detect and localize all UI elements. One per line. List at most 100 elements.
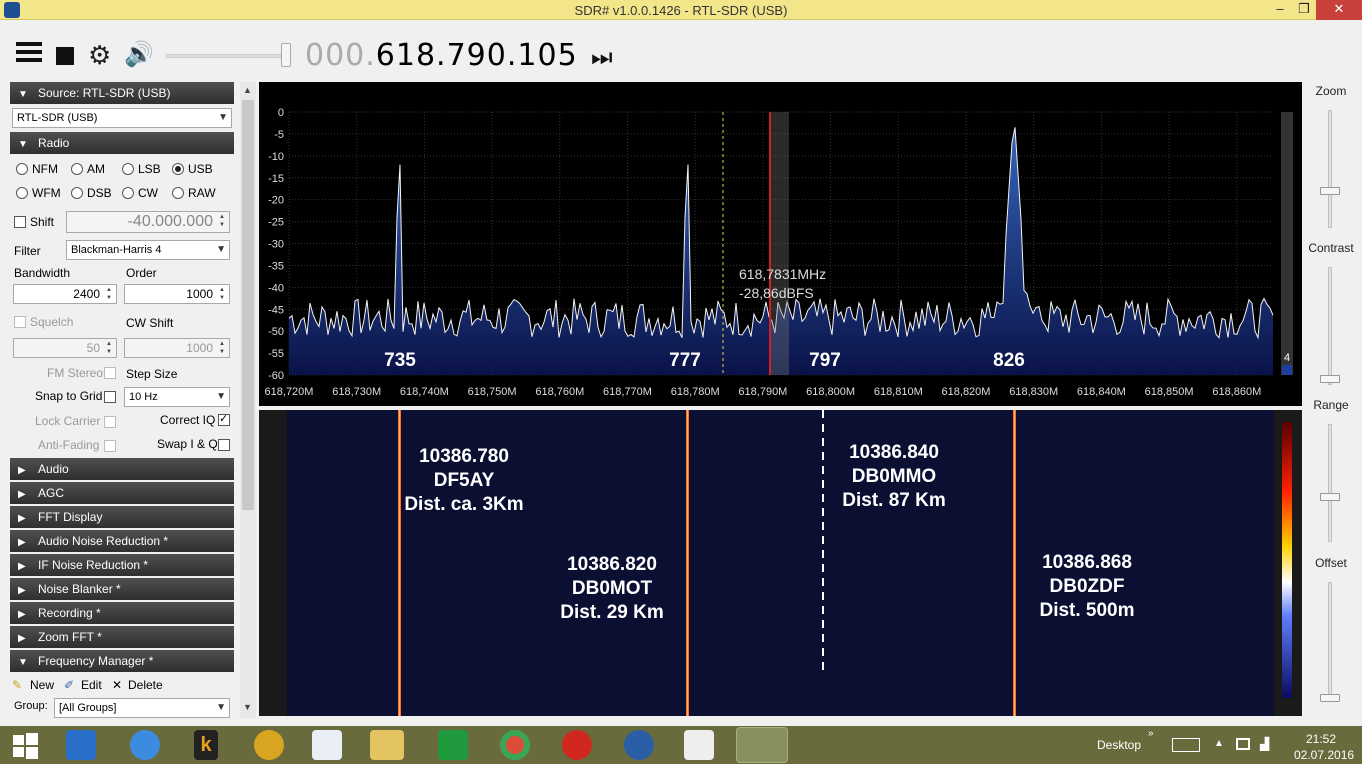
clock-date[interactable]: 02.07.2016 [1294, 748, 1354, 762]
squelch-input[interactable]: 50 ▲ ▼ [13, 338, 117, 358]
media-player-icon[interactable] [312, 730, 342, 760]
mode-radio-usb[interactable]: USB [172, 162, 213, 176]
shift-checkbox[interactable] [14, 216, 26, 228]
k-app-icon[interactable]: k [194, 730, 218, 760]
section-header-audio[interactable]: ▶ Audio [10, 458, 234, 480]
antifading-checkbox[interactable] [104, 440, 116, 452]
snap-checkbox[interactable] [104, 391, 116, 403]
mode-radio-wfm[interactable]: WFM [16, 186, 61, 200]
edit-button[interactable]: Edit [81, 678, 102, 692]
spectrum-analyzer[interactable]: 0 -5 -10 -15 -20 -25 -30 -35 -40 -45 -50 -55 -60 618,… [259, 82, 1302, 406]
offset-slider-track[interactable] [1328, 582, 1332, 700]
toolbar-expand-icon[interactable]: » [1148, 728, 1154, 739]
frequency-manager-header[interactable]: ▼ Frequency Manager * [10, 650, 234, 672]
left-panel-scrollbar[interactable]: ▲ ▼ [240, 82, 256, 718]
swapiq-checkbox[interactable] [218, 439, 230, 451]
new-button[interactable]: New [30, 678, 54, 692]
section-header-audio-noise-reduction[interactable]: ▶ Audio Noise Reduction * [10, 530, 234, 552]
cwshift-spinner-icon[interactable]: ▲ ▼ [216, 340, 228, 356]
spectrum-scale-bar[interactable] [1281, 112, 1293, 375]
volume-slider-thumb[interactable] [281, 43, 291, 67]
menu-icon[interactable] [16, 42, 42, 68]
zoom-slider-thumb[interactable] [1320, 187, 1340, 195]
mode-radio-lsb[interactable]: LSB [122, 162, 161, 176]
volume-slider-track[interactable] [166, 54, 286, 58]
edit-icon[interactable]: ✐ [64, 678, 74, 692]
range-slider-track[interactable] [1328, 424, 1332, 542]
shift-input[interactable]: -40.000.000 ▲ ▼ [66, 211, 230, 233]
headphones-icon[interactable] [254, 730, 284, 760]
windows-start-icon[interactable] [10, 730, 40, 760]
internet-explorer-icon[interactable] [130, 730, 160, 760]
correctiq-checkbox[interactable] [218, 412, 230, 426]
offset-slider-thumb[interactable] [1320, 694, 1340, 702]
clock-time[interactable]: 21:52 [1306, 732, 1336, 746]
stop-icon[interactable] [56, 47, 74, 65]
delete-button[interactable]: Delete [128, 678, 163, 692]
tray-expand-icon[interactable]: ▲ [1214, 738, 1224, 749]
new-icon[interactable]: ✎ [12, 678, 22, 692]
scroll-up-icon[interactable]: ▲ [243, 85, 252, 95]
section-header-fft-display[interactable]: ▶ FFT Display [10, 506, 234, 528]
section-header-noise-blanker[interactable]: ▶ Noise Blanker * [10, 578, 234, 600]
skip-forward-icon[interactable]: ⏭ [591, 44, 613, 72]
store-icon[interactable] [438, 730, 468, 760]
title-bar[interactable]: SDR# v1.0.0.1426 - RTL-SDR (USB) – ❐ ✕ [0, 0, 1362, 20]
mode-radio-cw[interactable]: CW [122, 186, 158, 200]
network-icon[interactable] [1236, 738, 1250, 750]
mode-radio-nfm[interactable]: NFM [16, 162, 58, 176]
squelch-checkbox[interactable] [14, 316, 26, 328]
contrast-slider-track[interactable] [1328, 267, 1332, 385]
section-header-agc[interactable]: ▶ AGC [10, 482, 234, 504]
section-header-recording[interactable]: ▶ Recording * [10, 602, 234, 624]
scroll-down-icon[interactable]: ▼ [243, 702, 252, 712]
lockcarrier-checkbox[interactable] [104, 416, 116, 428]
wordpad-icon[interactable] [684, 730, 714, 760]
fmstereo-checkbox[interactable] [104, 367, 116, 379]
chrome-icon[interactable] [500, 730, 530, 760]
bandwidth-spinner-icon[interactable]: ▲ ▼ [103, 286, 115, 302]
mail-icon[interactable] [66, 730, 96, 760]
waterfall-plot[interactable]: 10386.780 DF5AY Dist. ca. 3Km 10386.820 DB0M… [259, 410, 1302, 716]
group-select[interactable]: [All Groups] ▼ [54, 698, 230, 718]
filter-bandwidth-band[interactable] [770, 112, 789, 375]
order-input[interactable]: 1000 ▲ ▼ [124, 284, 230, 304]
opera-icon[interactable] [562, 730, 592, 760]
waterfall-display[interactable]: 10386.780 DF5AY Dist. ca. 3Km 10386.820 DB0M… [259, 410, 1302, 716]
maximize-button[interactable]: ❐ [1290, 0, 1318, 20]
scrollbar-thumb[interactable] [242, 100, 254, 510]
keyboard-icon[interactable] [1172, 738, 1200, 752]
bandwidth-input[interactable]: 2400 ▲ ▼ [13, 284, 117, 304]
sdrsharp-taskbar-button[interactable] [736, 727, 788, 763]
mode-radio-am[interactable]: AM [71, 162, 105, 176]
frequency-display[interactable]: 000.618.790.105 [305, 38, 578, 73]
mode-radio-dsb[interactable]: DSB [71, 186, 112, 200]
range-slider-thumb[interactable] [1320, 493, 1340, 501]
mode-radio-raw[interactable]: RAW [172, 186, 216, 200]
source-section-header[interactable]: ▼ Source: RTL-SDR (USB) [10, 82, 234, 104]
speaker-icon[interactable]: 🔊 [124, 42, 154, 68]
gear-icon[interactable]: ⚙ [88, 42, 114, 68]
squelch-spinner-icon[interactable]: ▲ ▼ [103, 340, 115, 356]
frequency-leading-digits[interactable]: 000. [305, 38, 376, 73]
section-header-if-noise-reduction[interactable]: ▶ IF Noise Reduction * [10, 554, 234, 576]
cwshift-input[interactable]: 1000 ▲ ▼ [124, 338, 230, 358]
contrast-slider-thumb[interactable] [1320, 375, 1340, 383]
zoom-slider-track[interactable] [1328, 110, 1332, 228]
close-button[interactable]: ✕ [1316, 0, 1362, 20]
source-select[interactable]: RTL-SDR (USB) ▼ [12, 108, 232, 128]
spectrum-plot[interactable]: 0 -5 -10 -15 -20 -25 -30 -35 -40 -45 -50 -55 -60 618,… [259, 82, 1302, 406]
frequency-main-digits[interactable]: 618.790.105 [376, 38, 578, 73]
radio-section-header[interactable]: ▼ Radio [10, 132, 234, 154]
order-spinner-icon[interactable]: ▲ ▼ [216, 286, 228, 302]
stepsize-select[interactable]: 10 Hz ▼ [124, 387, 230, 407]
delete-icon[interactable]: ✕ [112, 678, 122, 692]
filter-select[interactable]: Blackman-Harris 4 ▼ [66, 240, 230, 260]
desktop-toolbar-label[interactable]: Desktop [1097, 738, 1141, 752]
file-explorer-icon[interactable] [370, 730, 404, 760]
thunderbird-icon[interactable] [624, 730, 654, 760]
shift-spinner-icon[interactable]: ▲ ▼ [216, 213, 228, 229]
section-header-zoom-fft[interactable]: ▶ Zoom FFT * [10, 626, 234, 648]
signal-icon[interactable]: ▟ [1260, 737, 1269, 751]
waterfall-keyed-signal [822, 466, 824, 474]
